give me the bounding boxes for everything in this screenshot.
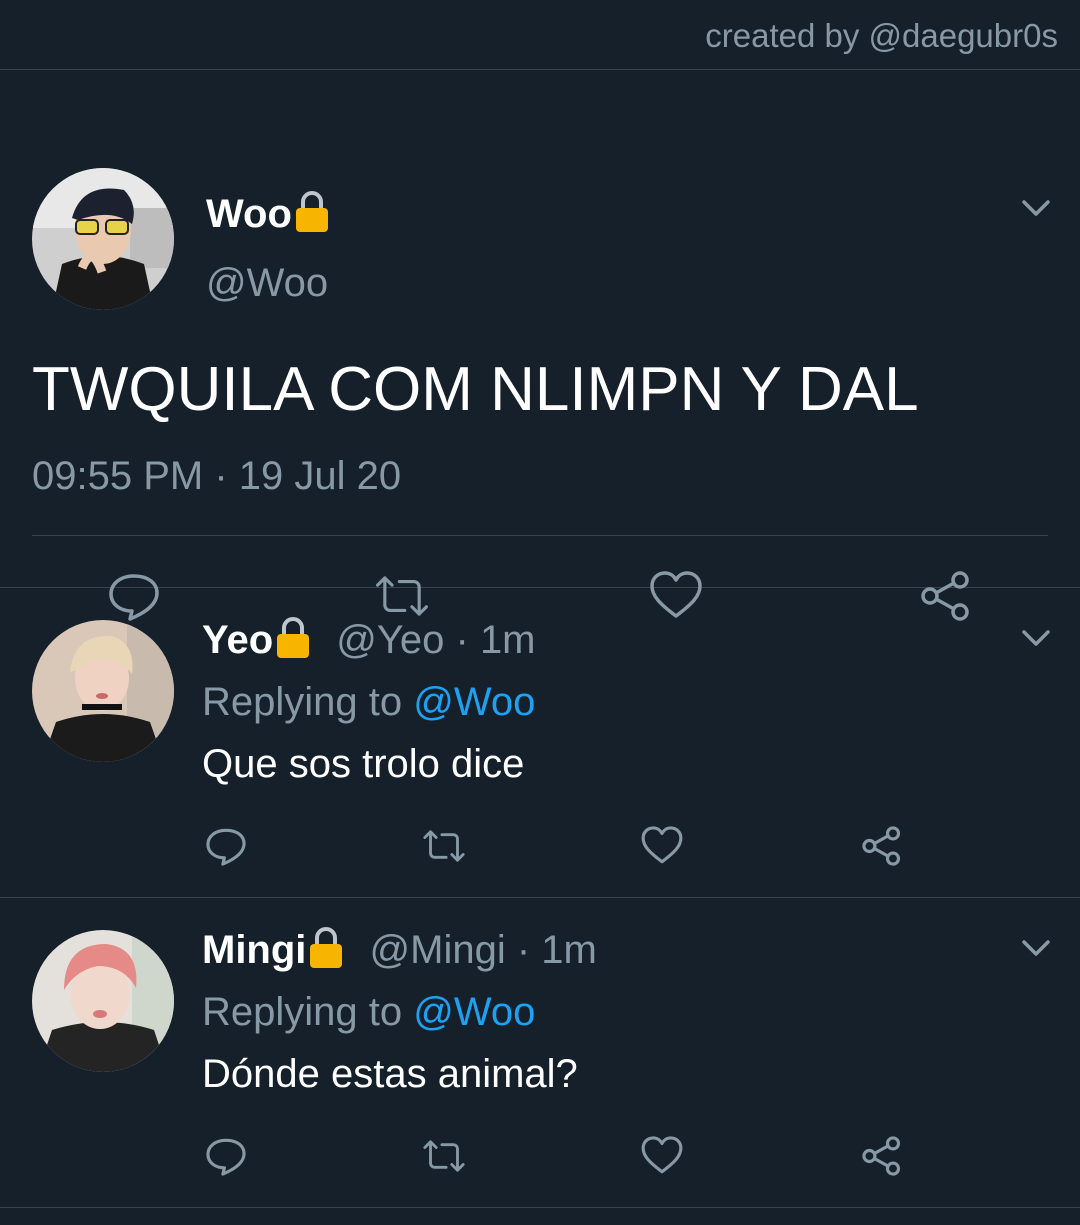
lock-icon bbox=[294, 189, 330, 233]
replying-to-label: Replying to bbox=[202, 680, 414, 724]
reply-user-handle[interactable]: @Yeo bbox=[336, 618, 444, 662]
replying-to-label: Replying to bbox=[202, 990, 414, 1034]
share-icon[interactable] bbox=[860, 1134, 904, 1178]
reply-user-handle[interactable]: @Mingi bbox=[370, 928, 506, 972]
replying-to: Replying to @Woo bbox=[202, 674, 535, 730]
tweet-text: TWQUILA COM NLIMPN Y DAL bbox=[32, 355, 919, 424]
mention-link[interactable]: @Woo bbox=[413, 680, 535, 724]
reply-icon[interactable] bbox=[204, 1134, 248, 1178]
lock-icon bbox=[308, 925, 344, 969]
lock-icon bbox=[275, 615, 311, 659]
chevron-down-icon[interactable] bbox=[1018, 192, 1054, 224]
reply-text: Que sos trolo dice bbox=[202, 742, 525, 786]
chevron-down-icon[interactable] bbox=[1018, 622, 1054, 654]
retweet-icon[interactable] bbox=[422, 824, 466, 868]
meta-separator: · bbox=[203, 454, 239, 498]
main-tweet: Woo @Woo TWQUILA COM NLIMPN Y DAL 09:55 … bbox=[0, 70, 1080, 621]
watermark-credit: created by @daegubr0s bbox=[0, 0, 1080, 70]
user-name[interactable]: Woo bbox=[206, 188, 330, 240]
tweet-date: 19 Jul 20 bbox=[238, 454, 402, 498]
avatar[interactable] bbox=[32, 930, 174, 1072]
reply-tweet[interactable]: Mingi @Mingi · 1m Replying to @Woo Dónde… bbox=[0, 898, 1080, 1208]
like-icon[interactable] bbox=[640, 824, 684, 868]
tweet-timestamp[interactable]: 09:55 PM · 19 Jul 20 bbox=[32, 450, 401, 502]
user-handle[interactable]: @Woo bbox=[206, 258, 328, 308]
tweet-thread: created by @daegubr0s Woo @Woo TWQUILA C… bbox=[0, 0, 1080, 1225]
avatar[interactable] bbox=[32, 620, 174, 762]
meta-separator: · bbox=[505, 928, 542, 972]
tweet-time: 09:55 PM bbox=[32, 454, 204, 498]
reply-user-name[interactable]: Mingi bbox=[202, 928, 306, 972]
user-name-text: Woo bbox=[206, 192, 292, 236]
reply-header: Mingi @Mingi · 1m bbox=[202, 922, 597, 978]
reply-text: Dónde estas animal? bbox=[202, 1052, 578, 1096]
reply-age: 1m bbox=[479, 618, 536, 662]
reply-icon[interactable] bbox=[204, 824, 248, 868]
avatar[interactable] bbox=[32, 168, 174, 310]
reply-user-name[interactable]: Yeo bbox=[202, 618, 273, 662]
like-icon[interactable] bbox=[640, 1134, 684, 1178]
reply-header: Yeo @Yeo · 1m bbox=[202, 612, 536, 668]
mention-link[interactable]: @Woo bbox=[413, 990, 535, 1034]
share-icon[interactable] bbox=[860, 824, 904, 868]
replying-to: Replying to @Woo bbox=[202, 984, 535, 1040]
reply-tweet[interactable]: Yeo @Yeo · 1m Replying to @Woo Que sos t… bbox=[0, 588, 1080, 898]
divider bbox=[32, 535, 1048, 536]
chevron-down-icon[interactable] bbox=[1018, 932, 1054, 964]
reply-age: 1m bbox=[541, 928, 597, 972]
retweet-icon[interactable] bbox=[422, 1134, 466, 1178]
meta-separator: · bbox=[444, 618, 480, 662]
